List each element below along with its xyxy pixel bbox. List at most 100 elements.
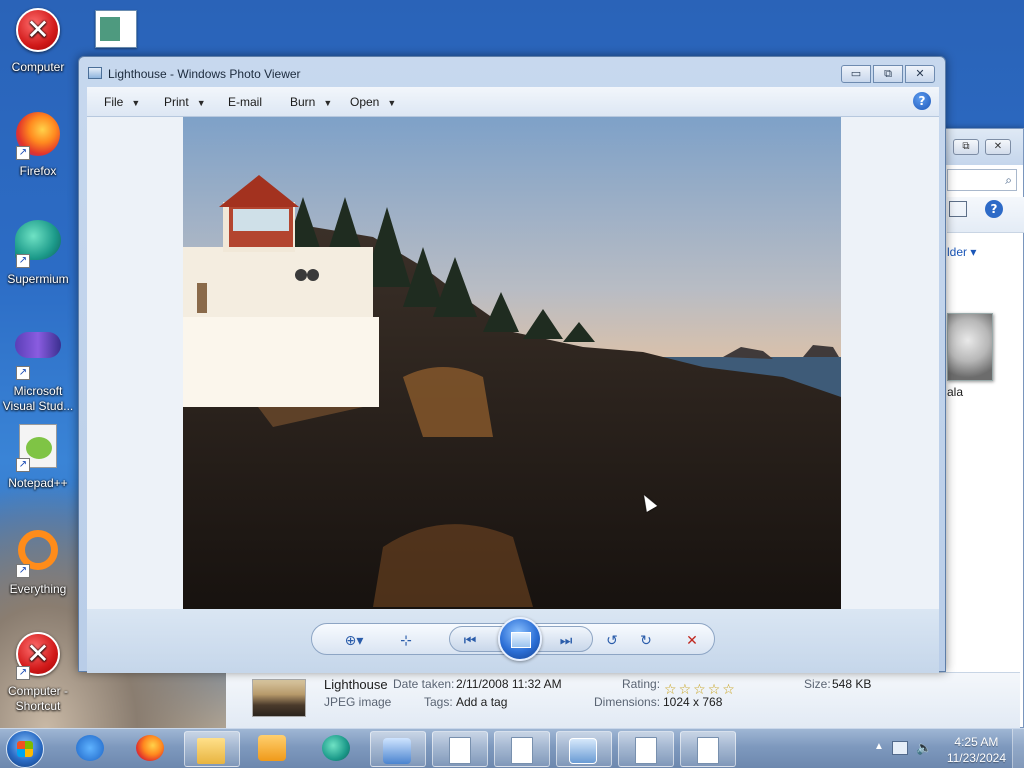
taskbar-control-panel[interactable] [370,731,426,767]
document-icon [697,737,719,764]
rotate-clockwise-icon[interactable]: ↻ [633,629,659,651]
date-taken-value[interactable]: 2/11/2008 11:32 AM [456,677,562,691]
network-icon[interactable] [892,741,908,755]
supermium-icon: ↗ [14,220,62,268]
minimize-button[interactable]: ▭ [841,65,871,83]
rotate-counterclockwise-icon[interactable]: ↺ [599,629,625,651]
desktop-icon-label: Microsoft Visual Stud... [2,384,74,413]
menu-file[interactable]: File ▼ [104,95,140,109]
help-icon[interactable]: ? [913,92,931,110]
close-button[interactable]: ✕ [905,65,935,83]
date-taken-label: Date taken: [393,677,455,691]
desktop-icon-label: Notepad++ [8,476,68,490]
desktop-icon-label: Supermium [7,272,69,286]
taskbar-document-2[interactable] [494,731,550,767]
document-thumbnail-icon[interactable] [95,10,137,48]
menu-burn[interactable]: Burn ▼ [290,95,332,109]
desktop-icon-label: Everything [9,582,67,596]
star-icon[interactable]: ☆ [722,681,737,697]
desktop-icon-label: Firefox [19,164,57,178]
start-button[interactable] [6,730,44,768]
clock-time: 4:25 AM [954,735,999,749]
control-panel-icon [383,738,411,764]
computer-error-icon: ✕ [14,8,62,56]
supermium-icon[interactable] [322,735,350,761]
viewer-controls-bar: ⊕▾ ⊹ ⏮ ⏭ ↺ ↻ ✕ [87,609,939,673]
document-icon [449,737,471,764]
taskbar: ▲ 🔈 4:25 AM 11/23/2024 [0,728,1024,768]
size-value: 548 KB [832,677,872,691]
desktop-icon-everything[interactable]: ↗ Everything [0,528,76,597]
image-stage [87,117,939,609]
notepadpp-icon: ↗ [14,424,62,472]
desktop-icon-label: Computer [11,60,65,74]
file-details-pane: Lighthouse JPEG image Date taken: 2/11/2… [226,672,1020,728]
clock-date: 11/23/2024 [946,751,1006,765]
lighthouse-thumbnail [252,679,306,717]
tags-value[interactable]: Add a tag [456,695,507,709]
viewer-menubar: File ▼ Print ▼ E-mail Burn ▼ Open ▼ ? [87,87,939,117]
file-name: Lighthouse [324,677,388,692]
slideshow-button[interactable] [498,617,542,661]
clock[interactable]: 4:25 AM 11/23/2024 [947,734,1006,766]
photo-viewer-icon [569,738,597,764]
firefox-icon: ↗ [14,112,62,160]
desktop-icon-computer-shortcut[interactable]: ✕ ↗ Computer - Shortcut [0,632,76,714]
explorer-close-button[interactable]: ✕ [985,139,1011,155]
taskbar-document-3[interactable] [618,731,674,767]
firefox-icon[interactable] [136,735,164,761]
volume-muted-icon[interactable]: 🔈 [916,740,932,756]
system-tray: ▲ 🔈 4:25 AM 11/23/2024 [864,729,1024,768]
computer-error-icon: ✕ ↗ [14,632,62,680]
desktop-icon-notepadpp[interactable]: ↗ Notepad++ [0,424,76,491]
koala-thumbnail[interactable] [947,313,993,381]
everything-icon: ↗ [14,530,62,578]
desktop-icon-visual-studio[interactable]: ↗ Microsoft Visual Stud... [0,320,76,414]
dimensions-value: 1024 x 768 [663,695,723,709]
lighthouse-photo[interactable] [183,117,841,609]
show-hidden-icons-icon[interactable]: ▲ [874,741,884,752]
photo-viewer-app-icon[interactable] [88,67,102,79]
preview-pane-icon[interactable] [949,201,967,217]
taskbar-explorer[interactable] [184,731,240,767]
menu-print[interactable]: Print ▼ [164,95,206,109]
document-icon [635,737,657,764]
menu-email[interactable]: E-mail [228,95,262,109]
desktop-icon-computer[interactable]: ✕ Computer [0,8,76,75]
dimensions-label: Dimensions: [594,695,661,709]
file-type: JPEG image [324,695,392,709]
desktop-icon-label: Computer - Shortcut [7,684,69,713]
help-icon[interactable]: ? [985,200,1003,218]
desktop-icon-firefox[interactable]: ↗ Firefox [0,112,76,179]
folder-icon [197,738,225,764]
taskbar-document-4[interactable] [680,731,736,767]
next-icon[interactable]: ⏭ [553,629,579,651]
document-icon [511,737,533,764]
photo-viewer-window: Lighthouse - Windows Photo Viewer ▭ ⧉ ✕ … [78,56,946,673]
restore-button[interactable]: ⧉ [873,65,903,83]
explorer-restore-button[interactable]: ⧉ [953,139,979,155]
rating-label: Rating: [622,677,661,691]
desktop-icon-supermium[interactable]: ↗ Supermium [0,216,76,287]
menu-open[interactable]: Open ▼ [350,95,396,109]
chevron-down-icon: ▼ [387,98,397,108]
internet-explorer-icon[interactable] [76,735,104,761]
taskbar-photo-viewer[interactable] [556,731,612,767]
zoom-icon[interactable]: ⊕▾ [341,629,367,651]
previous-icon[interactable]: ⏮ [457,629,483,651]
size-label: Size: [804,677,831,691]
delete-icon[interactable]: ✕ [679,629,705,651]
show-desktop-button[interactable] [1012,729,1024,768]
viewer-titlebar[interactable]: Lighthouse - Windows Photo Viewer ▭ ⧉ ✕ [79,57,945,87]
media-player-icon[interactable] [258,735,286,761]
chevron-down-icon: ▼ [323,98,333,108]
search-icon: ⌕ [1005,173,1012,187]
chevron-down-icon: ▼ [196,98,206,108]
chevron-down-icon: ▼ [131,98,141,108]
taskbar-document-1[interactable] [432,731,488,767]
explorer-search-input[interactable]: ⌕ [947,169,1017,191]
window-title: Lighthouse - Windows Photo Viewer [108,67,301,81]
actual-size-icon[interactable]: ⊹ [393,629,419,651]
koala-thumbnail-label: ala [947,385,964,399]
arrange-by-folder-dropdown[interactable]: lder ▾ [947,245,976,259]
